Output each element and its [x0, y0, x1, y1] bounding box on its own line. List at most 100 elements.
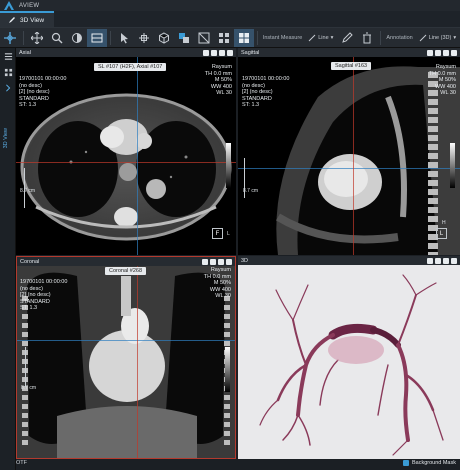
pan-tool-button[interactable] [27, 29, 47, 47]
tab-3d-view[interactable]: 3D View [0, 11, 55, 27]
sagittal-header: Sagittal [238, 48, 460, 57]
menu-button[interactable] [0, 48, 16, 64]
trash-icon [363, 32, 372, 43]
study-datetime: 19700101 00:00:00 [242, 76, 290, 82]
chevron-right-icon [6, 84, 11, 92]
four-up-layout-button[interactable] [233, 28, 254, 47]
coronal-crosshair-vertical[interactable] [137, 266, 138, 458]
tab-bar: 3D View [0, 11, 460, 28]
camera-icon[interactable] [435, 257, 441, 264]
axial-header: Axial [16, 48, 236, 57]
window-width: WW 400 [434, 83, 456, 90]
kernel: STANDARD [19, 95, 49, 102]
study-desc: (no desc) [20, 285, 43, 292]
axial-viewport[interactable]: Axial SL #107 (H2F), Axial #107 19700101… [16, 48, 236, 255]
left-rail: 3D View [0, 48, 16, 470]
aview-logo-icon [4, 1, 14, 10]
chevron-down-icon: ▾ [453, 34, 457, 41]
window-level: WL 30 [440, 90, 456, 97]
link-icon[interactable] [203, 49, 209, 56]
sagittal-grayscale-bar [450, 143, 455, 188]
crosshair-tool-button[interactable] [0, 29, 20, 47]
coronal-slice-pill: Coronal #268 [105, 267, 147, 275]
coronal-grayscale-bar [225, 347, 230, 392]
link-icon[interactable] [202, 258, 208, 265]
sagittal-viewport[interactable]: Sagittal Sagittal #163 19700101 00:00:00… [238, 48, 460, 255]
coronal-info-left: 19700101 00:00:00 (no desc) [2] (no desc… [20, 279, 67, 312]
orient-f: F [215, 230, 220, 237]
sagittal-title: Sagittal [241, 49, 260, 56]
three-d-viewport[interactable]: 3D [238, 256, 460, 459]
thickness: TH 0.0 mm [428, 70, 456, 77]
segment-tool-button[interactable] [194, 29, 214, 47]
link-icon[interactable] [427, 257, 433, 264]
sagittal-crosshair-horizontal[interactable] [238, 168, 460, 169]
line-3d-dropdown[interactable]: Line (3D) ▾ [415, 34, 460, 42]
render-mode: Raysum [210, 267, 231, 273]
thickness: TH 0.0 mm [204, 70, 232, 77]
window-width: WW 400 [210, 83, 232, 90]
magnifier-icon [51, 32, 63, 43]
collapse-button[interactable] [0, 80, 16, 96]
slab-tool-button[interactable] [134, 29, 154, 47]
axial-info-left: 19700101 00:00:00 (no desc) [2] (no desc… [19, 76, 66, 109]
thickness: TH 0.0 mm [203, 273, 231, 280]
close-icon[interactable] [226, 258, 232, 265]
target-icon [138, 32, 149, 43]
background-mask-toggle[interactable]: Background Mask [402, 460, 456, 466]
zoom-tool-button[interactable] [47, 29, 67, 47]
slice-thickness: ST: 1.3 [242, 102, 260, 109]
series-desc: [2] (no desc) [242, 89, 273, 96]
axial-grayscale-bar [226, 143, 231, 188]
coronal-crosshair-horizontal[interactable] [17, 340, 235, 341]
close-icon[interactable] [451, 49, 457, 56]
axial-slice-pill: SL #107 (H2F), Axial #107 [94, 63, 167, 71]
otf-label[interactable]: OTF [16, 460, 27, 466]
coronal-viewport[interactable]: Coronal Coronal #268 19700101 00:00:00 (… [16, 256, 236, 459]
coronal-header-controls [202, 258, 235, 265]
delete-tool-button[interactable] [357, 29, 377, 47]
draw-tool-button[interactable] [337, 29, 357, 47]
series-button[interactable] [0, 64, 16, 80]
kernel: STANDARD [20, 298, 50, 305]
maximize-icon[interactable] [443, 49, 449, 56]
sagittal-header-controls [427, 49, 460, 56]
line-dropdown[interactable]: Line ▾ [304, 34, 337, 42]
grid-tool-button[interactable] [214, 29, 234, 47]
maximize-icon[interactable] [218, 258, 224, 265]
line-dropdown-value: Line [318, 34, 329, 41]
magnification: M 50% [213, 280, 231, 287]
grid-icon [218, 32, 229, 43]
stack-tool-button[interactable] [174, 29, 194, 47]
camera-icon[interactable] [435, 49, 441, 56]
axial-crosshair-vertical[interactable] [137, 57, 138, 255]
rotate-tool-button[interactable] [114, 29, 134, 47]
close-icon[interactable] [451, 257, 457, 264]
link-icon[interactable] [427, 49, 433, 56]
maximize-icon[interactable] [443, 257, 449, 264]
cube-icon [158, 31, 169, 44]
pencil-icon [9, 17, 15, 23]
toolbar-divider [380, 30, 382, 45]
render-mode: Raysum [211, 64, 232, 70]
layers-icon [178, 32, 189, 43]
camera-icon[interactable] [211, 49, 217, 56]
checkbox-icon[interactable] [402, 460, 409, 466]
axial-crosshair-horizontal[interactable] [16, 162, 236, 163]
series-desc: [2] (no desc) [20, 292, 51, 299]
sagittal-crosshair-vertical[interactable] [353, 57, 354, 255]
layout-tool-button[interactable] [86, 28, 107, 47]
toolbar-divider [22, 30, 24, 45]
camera-icon[interactable] [210, 258, 216, 265]
maximize-icon[interactable] [219, 49, 225, 56]
close-icon[interactable] [227, 49, 233, 56]
tab-label: 3D View [20, 16, 45, 24]
three-d-header-controls [427, 257, 460, 264]
window-level-tool-button[interactable] [67, 29, 87, 47]
pen-icon [342, 31, 354, 43]
three-d-header: 3D [238, 256, 460, 265]
coronal-scale-bar [25, 347, 26, 387]
kernel: STANDARD [242, 95, 272, 102]
slice-thickness: ST: 1.3 [20, 305, 38, 312]
cube-tool-button[interactable] [154, 29, 174, 47]
